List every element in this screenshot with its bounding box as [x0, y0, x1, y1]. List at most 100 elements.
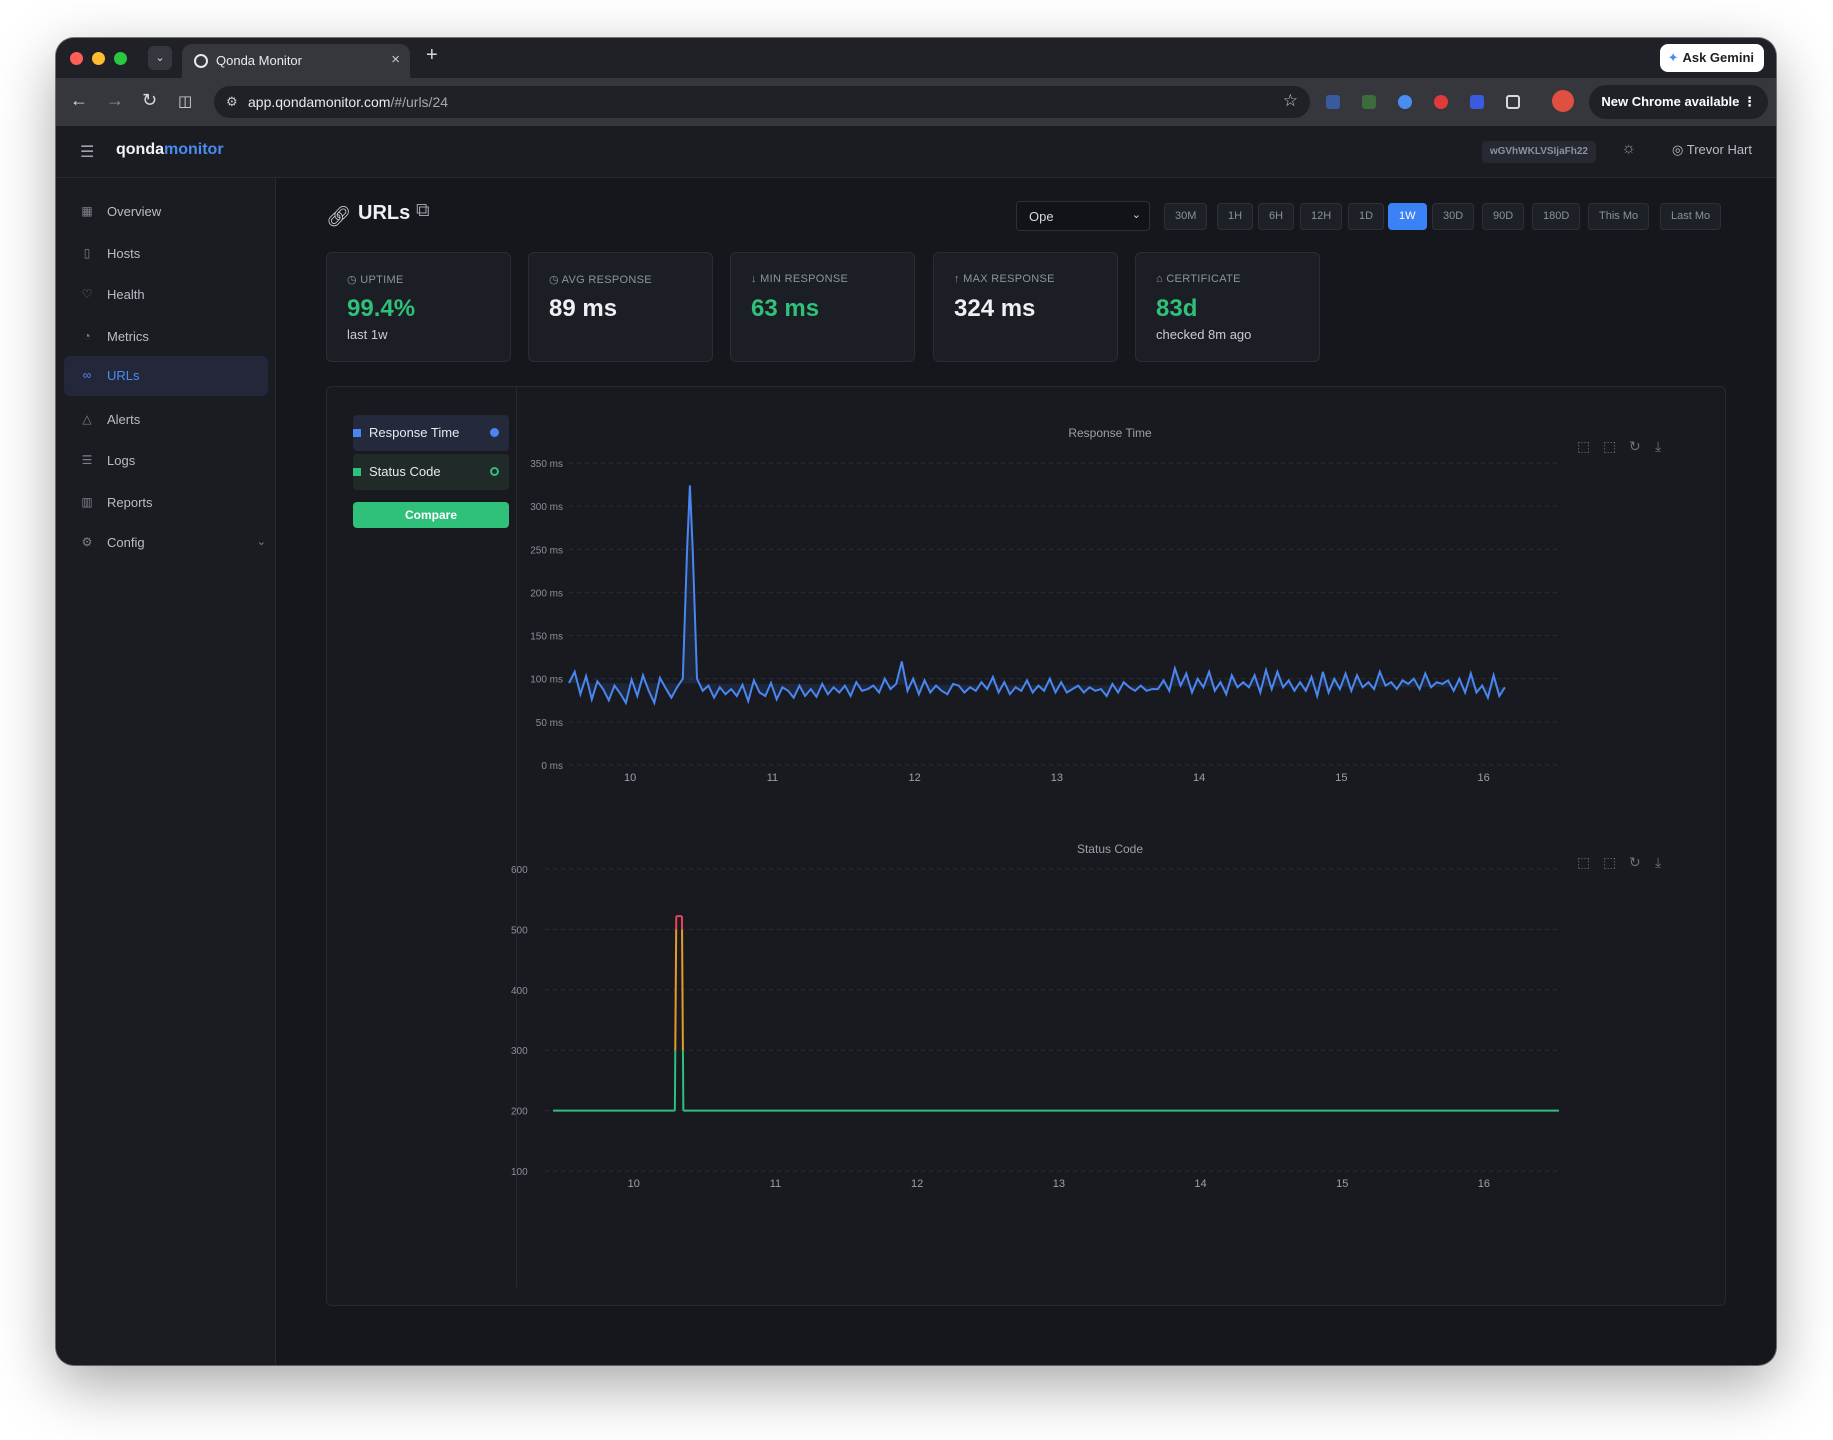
- ask-gemini-label: Ask Gemini: [1682, 50, 1754, 65]
- ask-gemini-button[interactable]: ✦ Ask Gemini: [1659, 44, 1764, 72]
- chart-grid: [545, 868, 1559, 1172]
- external-link-icon[interactable]: ⧉: [416, 200, 430, 222]
- maximize-window-button[interactable]: [114, 52, 127, 65]
- app-logo[interactable]: qondamonitor: [116, 141, 224, 159]
- server-icon: ▯: [83, 246, 91, 260]
- browser-toolbar: ← → ↻ ◫ ⚙ app.qondamonitor.com/#/urls/24…: [56, 78, 1776, 126]
- sidebar-item-health[interactable]: ♡ Health: [64, 275, 268, 315]
- charts-svg: Response Time ⬚ ⬚ ↻ ⤓ 0 ms50 ms100 ms150…: [511, 426, 1661, 1190]
- address-bar[interactable]: ⚙ app.qondamonitor.com/#/urls/24 ☆: [214, 86, 1310, 118]
- extension-icon[interactable]: [1362, 95, 1376, 109]
- stat-sub: last 1w: [347, 327, 388, 342]
- x-tick-label: 12: [911, 1178, 923, 1190]
- y-tick-label: 600: [511, 865, 528, 876]
- y-tick-label: 100: [511, 1167, 528, 1178]
- y-tick-label: 250 ms: [530, 545, 563, 556]
- response-time-area: [569, 485, 1505, 703]
- reload-icon[interactable]: ↻: [142, 90, 157, 111]
- range-button-6h[interactable]: 6H: [1258, 203, 1295, 230]
- browser-tab[interactable]: Qonda Monitor ×: [182, 44, 410, 78]
- sidebar-item-label: Hosts: [107, 246, 141, 261]
- range-button-last-month[interactable]: Last Mo: [1660, 203, 1722, 230]
- chart-toolbox: ⬚ ⬚ ↻ ⤓: [1577, 438, 1661, 454]
- download-icon[interactable]: ⤓: [1655, 854, 1661, 870]
- minimize-window-button[interactable]: [92, 52, 105, 65]
- close-tab-icon[interactable]: ×: [391, 51, 400, 68]
- gauge-icon: ◔: [83, 329, 91, 343]
- range-button-1d[interactable]: 1D: [1348, 203, 1385, 230]
- y-axis-labels: 0 ms 50 ms 100 ms 150 ms 200 ms 250 ms 300 ms 3…: [530, 459, 563, 772]
- range-button-30d[interactable]: 30D: [1432, 203, 1475, 230]
- back-icon[interactable]: ←: [70, 90, 88, 111]
- y-tick-label: 100 ms: [530, 675, 563, 686]
- sidebar-item-alerts[interactable]: △ Alerts: [64, 400, 268, 440]
- stat-label: ↓ MIN RESPONSE: [751, 273, 849, 285]
- stat-label: ◷ UPTIME: [347, 274, 404, 286]
- stat-value: 324 ms: [954, 295, 1036, 322]
- status-code-lines: [553, 915, 1559, 1112]
- menu-icon[interactable]: ☰: [80, 142, 94, 162]
- zoom-icon[interactable]: ⬚: [1577, 438, 1590, 454]
- sidebar-item-reports[interactable]: ▥ Reports: [64, 483, 268, 523]
- chart-toolbox: ⬚ ⬚ ↻ ⤓: [1577, 854, 1661, 870]
- range-button-1h[interactable]: 1H: [1217, 203, 1254, 230]
- x-tick-label: 13: [1053, 1178, 1065, 1190]
- restore-icon[interactable]: ↻: [1629, 854, 1641, 870]
- sidebar-item-label: Alerts: [107, 412, 141, 427]
- url-text: app.qondamonitor.com/#/urls/24: [248, 94, 449, 110]
- shield-extension-icon[interactable]: [1470, 95, 1484, 109]
- stat-label: ◷ AVG RESPONSE: [549, 274, 652, 286]
- range-button-90d[interactable]: 90D: [1482, 203, 1525, 230]
- range-button-30m[interactable]: 30M: [1164, 203, 1208, 230]
- forward-icon[interactable]: →: [106, 90, 124, 111]
- site-info-icon[interactable]: ⚙: [226, 94, 238, 110]
- x-tick-label: 16: [1477, 772, 1489, 784]
- sidebar-item-logs[interactable]: ☰ Logs: [64, 441, 268, 481]
- status-line-segment: [681, 929, 684, 1051]
- range-button-180d[interactable]: 180D: [1532, 203, 1581, 230]
- zoom-reset-icon[interactable]: ⬚: [1603, 854, 1616, 870]
- response-time-line: [568, 485, 1506, 706]
- user-menu[interactable]: ◎ Trevor Hart: [1672, 142, 1752, 158]
- puzzle-extensions-icon[interactable]: [1506, 95, 1520, 109]
- y-tick-label: 150 ms: [530, 632, 563, 643]
- zoom-reset-icon[interactable]: ⬚: [1603, 438, 1616, 454]
- page-title: URLs: [358, 202, 411, 224]
- close-window-button[interactable]: [70, 52, 83, 65]
- new-chrome-label: New Chrome available: [1601, 94, 1740, 109]
- zoom-icon[interactable]: ⬚: [1577, 854, 1590, 870]
- sidebar-item-label: Metrics: [107, 329, 149, 344]
- extension-icon[interactable]: [1398, 95, 1412, 109]
- tab-search-icon[interactable]: ⌄: [148, 46, 172, 70]
- y-tick-label: 300 ms: [530, 502, 563, 513]
- sidebar-item-config[interactable]: ⚙ Config ⌄: [64, 523, 268, 563]
- restore-icon[interactable]: ↻: [1629, 438, 1641, 454]
- theme-toggle-icon[interactable]: ☼: [1621, 140, 1636, 158]
- stat-card-uptime: ◷ UPTIME 99.4% last 1w: [326, 252, 511, 362]
- chart-panel: Response Time Status Code Compare Respon…: [326, 386, 1726, 1306]
- user-name: Trevor Hart: [1686, 142, 1752, 157]
- extension-icon[interactable]: [1326, 95, 1340, 109]
- sidebar-item-overview[interactable]: ▦ Overview: [64, 192, 268, 232]
- x-axis-labels: 10 11 12 13 14 15 16: [624, 772, 1490, 784]
- range-button-1w[interactable]: 1W: [1388, 203, 1427, 230]
- tab-title: Qonda Monitor: [216, 53, 302, 68]
- bookmark-star-icon[interactable]: ☆: [1283, 91, 1298, 111]
- sidebar-item-hosts[interactable]: ▯ Hosts: [64, 234, 268, 274]
- gemini-icon: ✦: [1667, 50, 1679, 65]
- split-view-icon[interactable]: ◫: [178, 92, 192, 110]
- new-chrome-available-button[interactable]: New Chrome available ⋮: [1589, 85, 1768, 119]
- sidebar-item-metrics[interactable]: ◔ Metrics: [64, 317, 268, 357]
- download-icon[interactable]: ⤓: [1655, 438, 1661, 454]
- chevron-down-icon: ⌄: [256, 536, 266, 548]
- sidebar-item-urls[interactable]: ∞ URLs: [64, 356, 268, 396]
- new-tab-icon[interactable]: +: [426, 44, 438, 67]
- range-button-this-month[interactable]: This Mo: [1588, 203, 1650, 230]
- profile-avatar[interactable]: [1552, 90, 1574, 112]
- api-token-badge[interactable]: wGVhWKLVSIjaFh22: [1481, 141, 1596, 163]
- range-button-12h[interactable]: 12H: [1300, 203, 1343, 230]
- url-select[interactable]: Ope ⌄: [1016, 201, 1150, 231]
- extension-icon[interactable]: [1434, 95, 1448, 109]
- bar-chart-icon: ▥: [81, 495, 93, 509]
- y-tick-label: 350 ms: [530, 459, 563, 470]
